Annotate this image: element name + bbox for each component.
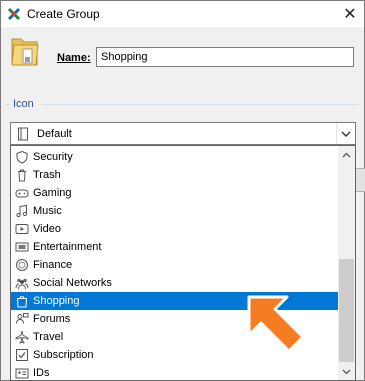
people-icon xyxy=(15,276,29,290)
list-item[interactable]: Entertainment xyxy=(11,238,339,256)
item-label: Trash xyxy=(33,169,61,181)
checkbox-icon xyxy=(15,348,29,362)
default-doc-icon xyxy=(17,127,29,144)
id-card-icon xyxy=(15,366,29,380)
create-group-dialog: Create Group ✕ Name: Icon Default Se xyxy=(0,0,365,381)
group-divider-left xyxy=(5,104,11,105)
partial-button[interactable] xyxy=(355,168,365,192)
list-item[interactable]: Trash xyxy=(11,166,339,184)
ticket-icon xyxy=(15,240,29,254)
close-button[interactable]: ✕ xyxy=(336,1,364,27)
item-label: Music xyxy=(33,205,62,217)
app-x-icon xyxy=(7,7,21,21)
music-note-icon xyxy=(15,204,29,218)
item-label: Subscription xyxy=(33,349,94,361)
list-item[interactable]: IDs xyxy=(11,364,339,380)
icon-group-label: Icon xyxy=(13,98,34,110)
item-label: IDs xyxy=(33,367,50,379)
icon-combobox[interactable]: Default xyxy=(10,122,356,145)
dropdown-scrollbar[interactable] xyxy=(338,146,355,380)
list-item[interactable]: Music xyxy=(11,202,339,220)
item-label: Finance xyxy=(33,259,73,271)
video-play-icon xyxy=(15,222,29,236)
shield-icon xyxy=(15,150,29,164)
item-label: Gaming xyxy=(33,187,72,199)
item-label: Shopping xyxy=(33,295,80,307)
airplane-icon xyxy=(15,330,29,344)
item-label: Forums xyxy=(33,313,71,325)
gamepad-icon xyxy=(15,186,29,200)
shopping-bag-icon xyxy=(15,294,29,308)
item-label: Social Networks xyxy=(33,277,112,289)
list-item[interactable]: Security xyxy=(11,148,339,166)
forum-icon xyxy=(15,312,29,326)
chevron-down-icon[interactable] xyxy=(336,123,355,144)
item-label: Entertainment xyxy=(33,241,102,253)
scroll-up-icon[interactable] xyxy=(338,146,355,163)
title-bar: Create Group ✕ xyxy=(1,1,364,27)
scroll-down-icon[interactable] xyxy=(338,363,355,380)
window-title: Create Group xyxy=(27,7,100,21)
item-label: Security xyxy=(33,151,73,163)
trash-icon xyxy=(15,168,29,182)
name-label: Name: xyxy=(57,52,91,64)
item-label: Video xyxy=(33,223,61,235)
item-label: Travel xyxy=(33,331,64,343)
list-item[interactable]: Video xyxy=(11,220,339,238)
list-item[interactable]: Finance xyxy=(11,256,339,274)
orange-pointer-arrow-icon xyxy=(241,289,311,359)
list-item[interactable]: Gaming xyxy=(11,184,339,202)
group-divider-right xyxy=(41,104,359,105)
name-input[interactable] xyxy=(96,47,354,67)
coin-icon xyxy=(15,258,29,272)
scrollbar-thumb[interactable] xyxy=(339,259,354,362)
combobox-value: Default xyxy=(37,128,72,140)
name-label-text: Name: xyxy=(57,52,91,64)
folder-icon xyxy=(9,33,41,69)
